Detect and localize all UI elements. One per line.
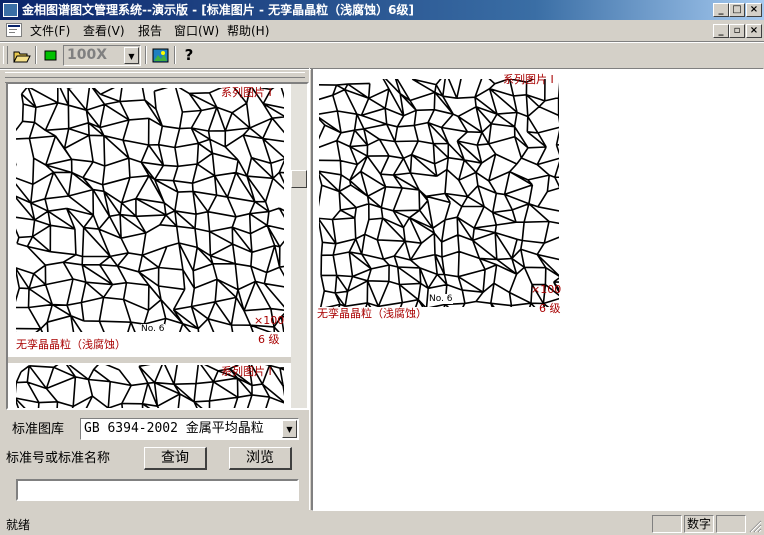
zoom-select[interactable]: 100X ▼ <box>63 45 141 66</box>
thumbnail-caption: 无孪晶晶粒（浅腐蚀） <box>16 338 126 351</box>
window-title: 金相图谱图文管理系统--演示版 - [标准图片 - 无孪晶晶粒（浅腐蚀）6级] <box>22 3 414 17</box>
thumbnail-card[interactable]: 系列图片 I ×100 6 级 No. 6 无孪晶晶粒（浅腐蚀） <box>8 84 291 354</box>
help-button[interactable]: ? <box>178 45 200 66</box>
status-panel <box>652 515 682 533</box>
open-folder-icon <box>13 51 31 63</box>
scrollbar-thumb[interactable] <box>291 170 307 188</box>
chevron-down-icon[interactable]: ▼ <box>124 47 139 64</box>
menu-file[interactable]: 文件(F) <box>30 23 70 39</box>
toolbar-grip <box>3 46 8 64</box>
toolbar: 100X ▼ ? <box>0 42 764 68</box>
library-value: GB 6394-2002 金属平均晶粒 <box>84 421 264 436</box>
toolbar-separator <box>174 46 176 64</box>
thumbnail-list[interactable]: 系列图片 I ×100 6 级 No. 6 无孪晶晶粒（浅腐蚀） 系列图片 I <box>6 82 309 410</box>
menu-report[interactable]: 报告 <box>138 23 162 39</box>
zoom-value: 100X <box>67 47 108 63</box>
image-button[interactable] <box>150 45 172 66</box>
toolbar-separator <box>145 46 147 64</box>
menu-window[interactable]: 窗口(W) <box>174 23 219 39</box>
image-icon <box>152 48 169 63</box>
library-label: 标准图库 <box>12 422 65 437</box>
image-header: 系列图片 I <box>503 73 554 86</box>
help-icon: ? <box>184 46 194 64</box>
thumbnail-header: 系列图片 I <box>221 86 272 99</box>
minimize-button[interactable]: _ <box>713 3 729 17</box>
mdi-minimize-button[interactable]: _ <box>713 24 729 38</box>
green-square-button[interactable] <box>40 45 62 66</box>
standard-name-label: 标准号或标准名称 <box>6 451 111 466</box>
grain-boundaries <box>319 79 559 307</box>
menu-help[interactable]: 帮助(H) <box>227 23 269 39</box>
mdi-close-button[interactable]: × <box>746 24 762 38</box>
chevron-down-icon[interactable]: ▼ <box>282 420 297 438</box>
document-icon[interactable] <box>6 23 22 37</box>
num-lock-label: 数字 <box>686 517 711 531</box>
resize-grip-icon[interactable] <box>749 520 762 533</box>
grade-label: 6 级 <box>258 333 280 346</box>
image-view[interactable]: 系列图片 I ×100 6 级 No. 6 无孪晶晶粒（浅腐蚀） <box>312 68 764 511</box>
browse-button[interactable]: 浏览 <box>229 447 292 470</box>
status-bar: 就绪 数字 <box>0 512 764 535</box>
title-bar: 金相图谱图文管理系统--演示版 - [标准图片 - 无孪晶晶粒（浅腐蚀）6级] … <box>0 0 764 20</box>
image-caption: 无孪晶晶粒（浅腐蚀） <box>317 307 427 320</box>
close-button[interactable]: × <box>746 3 762 17</box>
thumbnail-viewport: 系列图片 I ×100 6 级 No. 6 无孪晶晶粒（浅腐蚀） 系列图片 I <box>8 84 291 408</box>
open-folder-button[interactable] <box>10 45 32 66</box>
thumbnail-card[interactable]: 系列图片 I <box>8 363 291 408</box>
number-label: No. 6 <box>429 294 453 304</box>
menu-view[interactable]: 查看(V) <box>83 23 125 39</box>
grain-micrograph <box>16 88 284 332</box>
maximize-button[interactable]: □ <box>729 3 745 17</box>
menu-bar: 文件(F) 查看(V) 报告 窗口(W) 帮助(H) _ ▫ × <box>0 21 764 41</box>
num-lock-indicator: 数字 <box>684 515 714 533</box>
status-text: 就绪 <box>6 518 31 532</box>
app-icon[interactable] <box>3 3 18 17</box>
library-select[interactable]: GB 6394-2002 金属平均晶粒 ▼ <box>80 418 299 440</box>
thumbnail-header: 系列图片 I <box>221 365 272 378</box>
mdi-restore-button[interactable]: ▫ <box>729 24 745 38</box>
status-panel <box>716 515 746 533</box>
grade-label: 6 级 <box>539 302 561 315</box>
number-label: No. 6 <box>141 324 165 334</box>
magnification-label: ×100 <box>254 314 285 327</box>
grain-micrograph <box>319 79 559 307</box>
vertical-scrollbar[interactable] <box>291 84 307 408</box>
green-square-icon <box>44 50 57 61</box>
magnification-label: ×100 <box>531 283 562 296</box>
search-input[interactable] <box>16 479 299 501</box>
toolbar-separator <box>35 46 37 64</box>
query-button[interactable]: 查询 <box>144 447 207 470</box>
grain-boundaries <box>16 88 284 332</box>
